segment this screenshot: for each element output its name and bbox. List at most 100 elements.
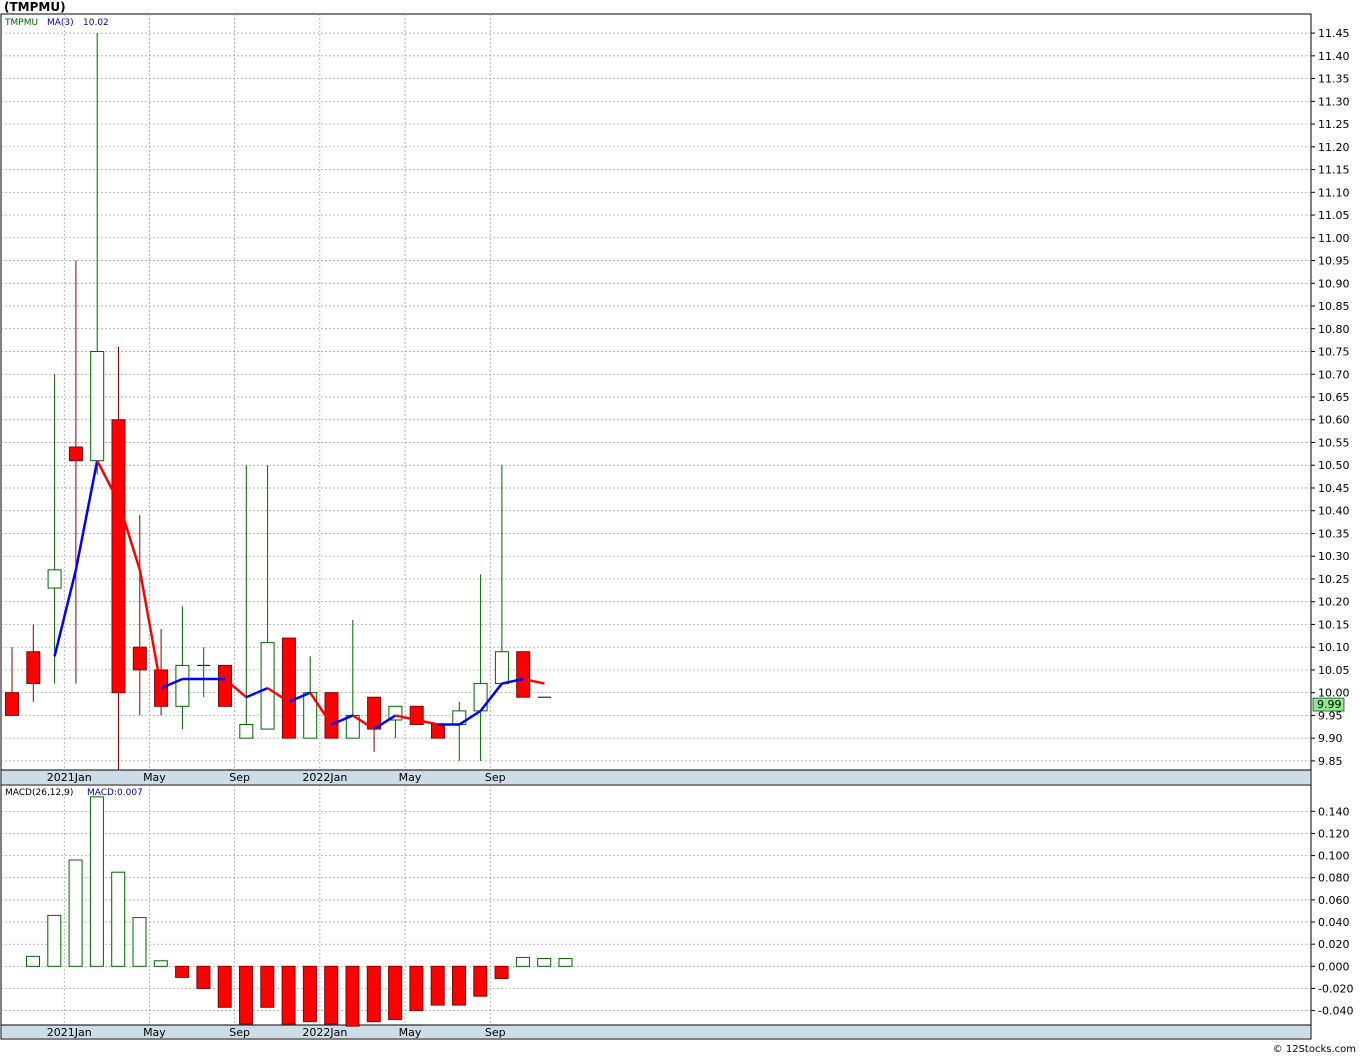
candle-body bbox=[516, 651, 531, 698]
price-tick-label: 10.20 bbox=[1318, 596, 1350, 609]
price-date-band bbox=[2, 770, 1310, 784]
candle-body bbox=[260, 642, 275, 730]
candle-body bbox=[111, 419, 126, 694]
macd-bar bbox=[47, 914, 62, 967]
candle-body bbox=[26, 651, 41, 685]
legend-ma-value: 10.02 bbox=[83, 18, 109, 28]
macd-x-tick-label: Sep bbox=[485, 1026, 506, 1039]
price-tick-label: 10.85 bbox=[1318, 300, 1350, 313]
price-x-tick-label: Sep bbox=[229, 771, 250, 784]
price-tick-label: 11.40 bbox=[1318, 50, 1350, 63]
candle-body bbox=[132, 646, 147, 671]
macd-bar bbox=[68, 859, 83, 967]
price-tick-label: 10.35 bbox=[1318, 527, 1350, 540]
stock-chart: 9.859.909.9510.0010.0510.1010.1510.2010.… bbox=[0, 13, 1353, 1040]
candle-body bbox=[5, 692, 19, 716]
price-tick-label: 11.15 bbox=[1318, 164, 1350, 177]
candle-body bbox=[324, 692, 339, 739]
candle-body bbox=[175, 664, 190, 707]
candle-body bbox=[68, 446, 83, 462]
macd-tick-label: 0.020 bbox=[1318, 938, 1350, 951]
price-tick-label: 10.80 bbox=[1318, 323, 1350, 336]
macd-bar bbox=[132, 917, 147, 967]
price-x-tick-label: May bbox=[143, 771, 166, 784]
macd-panel: -0.040 -0.020 0.000 0.020 0.040 0.060 0.080 0.1… bbox=[0, 784, 1353, 1040]
macd-bar bbox=[260, 965, 275, 1008]
macd-bar bbox=[558, 958, 573, 967]
macd-bar bbox=[302, 965, 317, 1023]
price-tick-label: 10.45 bbox=[1318, 482, 1350, 495]
macd-tick-label: 0.140 bbox=[1318, 805, 1350, 818]
macd-date-band bbox=[2, 1025, 1310, 1038]
price-tick-label: 10.70 bbox=[1318, 368, 1350, 381]
price-tick-label: 9.95 bbox=[1318, 709, 1343, 722]
macd-legend-value: MACD:0.007 bbox=[87, 788, 143, 798]
price-tick-label: 10.65 bbox=[1318, 391, 1350, 404]
price-tick-label: 10.75 bbox=[1318, 346, 1350, 359]
macd-bar bbox=[217, 965, 232, 1008]
macd-bar bbox=[537, 958, 552, 967]
candle-body bbox=[367, 696, 382, 730]
price-tick-label: 10.15 bbox=[1318, 618, 1350, 631]
macd-bar bbox=[430, 965, 445, 1006]
macd-bar bbox=[281, 965, 296, 1025]
macd-bar bbox=[153, 960, 168, 967]
price-tick-label: 10.90 bbox=[1318, 277, 1350, 290]
price-tick-label: 11.20 bbox=[1318, 141, 1350, 154]
candle-body bbox=[494, 651, 509, 685]
macd-x-tick-label: May bbox=[399, 1026, 422, 1039]
macd-tick-label: 0.040 bbox=[1318, 916, 1350, 929]
price-tick-label: 11.45 bbox=[1318, 27, 1350, 40]
candle-body bbox=[239, 724, 254, 739]
macd-bar bbox=[366, 965, 381, 1023]
price-plot-frame bbox=[0, 13, 1312, 786]
copyright-footer: © 12Stocks.com bbox=[1272, 1044, 1356, 1055]
price-tick-label: 11.30 bbox=[1318, 95, 1350, 108]
price-x-tick-label: May bbox=[399, 771, 422, 784]
price-tick-label: 11.35 bbox=[1318, 73, 1350, 86]
macd-bar bbox=[345, 965, 360, 1027]
macd-bar bbox=[473, 965, 488, 997]
macd-tick-label: 0.120 bbox=[1318, 827, 1350, 840]
macd-bar bbox=[175, 965, 190, 978]
price-tick-label: 10.25 bbox=[1318, 573, 1350, 586]
macd-tick-label: -0.040 bbox=[1318, 1005, 1353, 1018]
macd-bar bbox=[409, 965, 424, 1012]
price-tick-label: 10.40 bbox=[1318, 505, 1350, 518]
price-tick-label: 11.25 bbox=[1318, 118, 1350, 131]
macd-x-tick-label: 2021Jan bbox=[47, 1026, 92, 1039]
macd-bar bbox=[89, 796, 104, 967]
macd-bar bbox=[515, 956, 530, 967]
legend-symbol: TMPMU bbox=[4, 18, 38, 28]
price-tick-label: 10.50 bbox=[1318, 459, 1350, 472]
price-tick-label: 10.60 bbox=[1318, 414, 1350, 427]
candle-body bbox=[281, 637, 296, 739]
macd-bar bbox=[324, 965, 339, 1025]
price-tick-label: 9.85 bbox=[1318, 755, 1343, 768]
macd-bar bbox=[452, 965, 466, 1006]
macd-tick-label: 0.080 bbox=[1318, 872, 1350, 885]
macd-bar bbox=[196, 965, 211, 989]
price-tick-label: 11.10 bbox=[1318, 186, 1350, 199]
macd-bar bbox=[26, 955, 40, 967]
macd-tick-label: 0.060 bbox=[1318, 894, 1350, 907]
macd-tick-label: 0.100 bbox=[1318, 850, 1350, 863]
price-x-tick-label: Sep bbox=[485, 771, 506, 784]
price-tick-label: 10.95 bbox=[1318, 255, 1350, 268]
price-panel: 9.859.909.9510.0010.0510.1010.1510.2010.… bbox=[0, 13, 1350, 786]
price-tick-label: 11.00 bbox=[1318, 232, 1350, 245]
macd-tick-label: -0.020 bbox=[1318, 982, 1353, 995]
price-x-tick-label: 2021Jan bbox=[47, 771, 92, 784]
candle-body bbox=[218, 664, 232, 707]
price-tick-label: 10.30 bbox=[1318, 550, 1350, 563]
macd-legend-label: MACD(26,12,9) bbox=[5, 788, 73, 798]
price-tick-label: 9.90 bbox=[1318, 732, 1343, 745]
macd-x-tick-label: Sep bbox=[229, 1026, 250, 1039]
legend-ma-label: MA(3) bbox=[47, 18, 74, 28]
price-x-tick-label: 2022Jan bbox=[302, 771, 347, 784]
candle-body bbox=[431, 724, 445, 739]
macd-bar bbox=[388, 965, 403, 1020]
candle-body bbox=[90, 351, 105, 462]
macd-x-tick-label: May bbox=[143, 1026, 166, 1039]
macd-bar bbox=[111, 871, 126, 967]
